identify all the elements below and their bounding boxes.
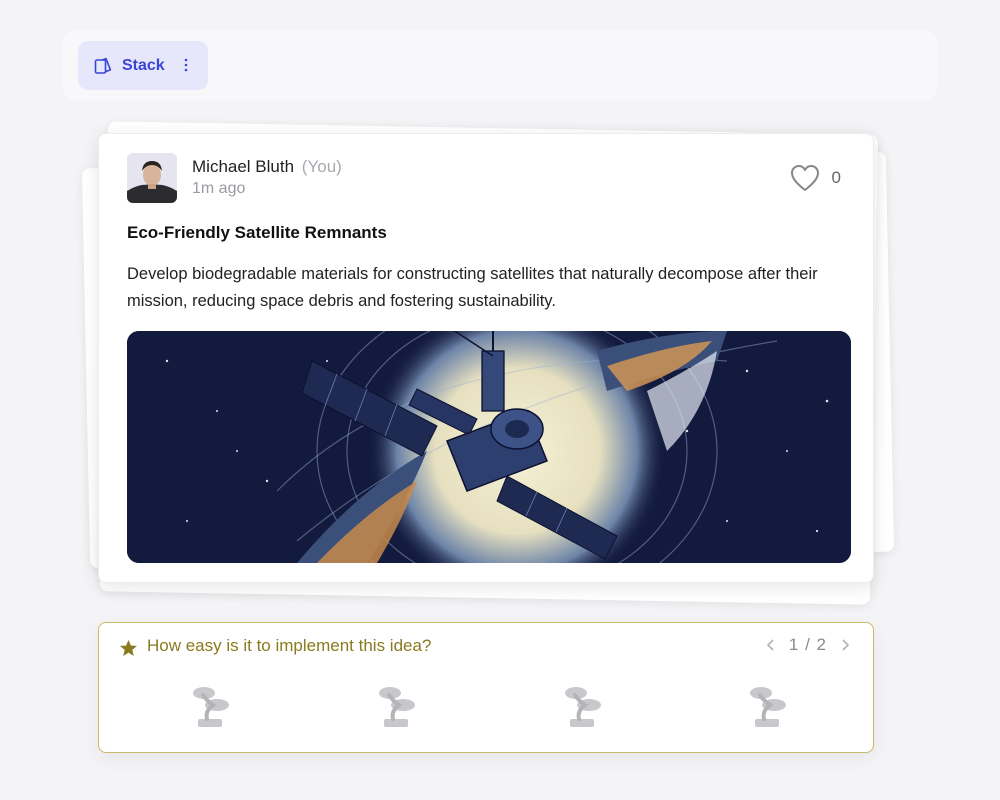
bonsai-tree-icon: [193, 687, 229, 727]
like-count: 0: [831, 168, 841, 187]
top-toolbar: Stack: [63, 30, 937, 100]
idea-image[interactable]: [127, 331, 851, 563]
author-line: Michael Bluth (You): [192, 157, 342, 177]
rating-option[interactable]: [744, 683, 790, 729]
idea-title: Eco-Friendly Satellite Remnants: [127, 223, 387, 242]
satellite-illustration: [127, 331, 851, 563]
post-time: 1m ago: [192, 180, 246, 197]
author-tag: (You): [301, 157, 342, 176]
question-pager: 1 / 2: [765, 635, 851, 655]
idea-description: Develop biodegradable materials for cons…: [127, 265, 818, 310]
bonsai-tree-icon: [750, 687, 786, 727]
rating-options: [99, 683, 873, 733]
idea-card[interactable]: Michael Bluth (You) 1m ago 0 Eco-Friendl…: [98, 133, 874, 583]
rating-option[interactable]: [373, 683, 419, 729]
rating-option[interactable]: [187, 683, 233, 729]
cards-icon: [94, 57, 112, 74]
bonsai-tree-icon: [565, 687, 601, 727]
question-text: How easy is it to implement this idea?: [147, 636, 432, 655]
bonsai-tree-icon: [379, 687, 415, 727]
star-icon: [119, 639, 138, 657]
page-indicator: 1 / 2: [788, 635, 827, 654]
more-vertical-icon[interactable]: [184, 58, 188, 72]
avatar-image: [127, 153, 177, 203]
rating-question: How easy is it to implement this idea? 1…: [98, 622, 874, 753]
stack-button[interactable]: Stack: [78, 41, 208, 90]
avatar[interactable]: [127, 153, 177, 203]
like-button[interactable]: 0: [790, 164, 841, 192]
chevron-left-icon[interactable]: [765, 637, 777, 653]
stack-label: Stack: [122, 56, 165, 74]
author-name[interactable]: Michael Bluth: [192, 157, 294, 176]
chevron-right-icon[interactable]: [839, 637, 851, 653]
rating-option[interactable]: [559, 683, 605, 729]
heart-icon: [790, 165, 819, 191]
